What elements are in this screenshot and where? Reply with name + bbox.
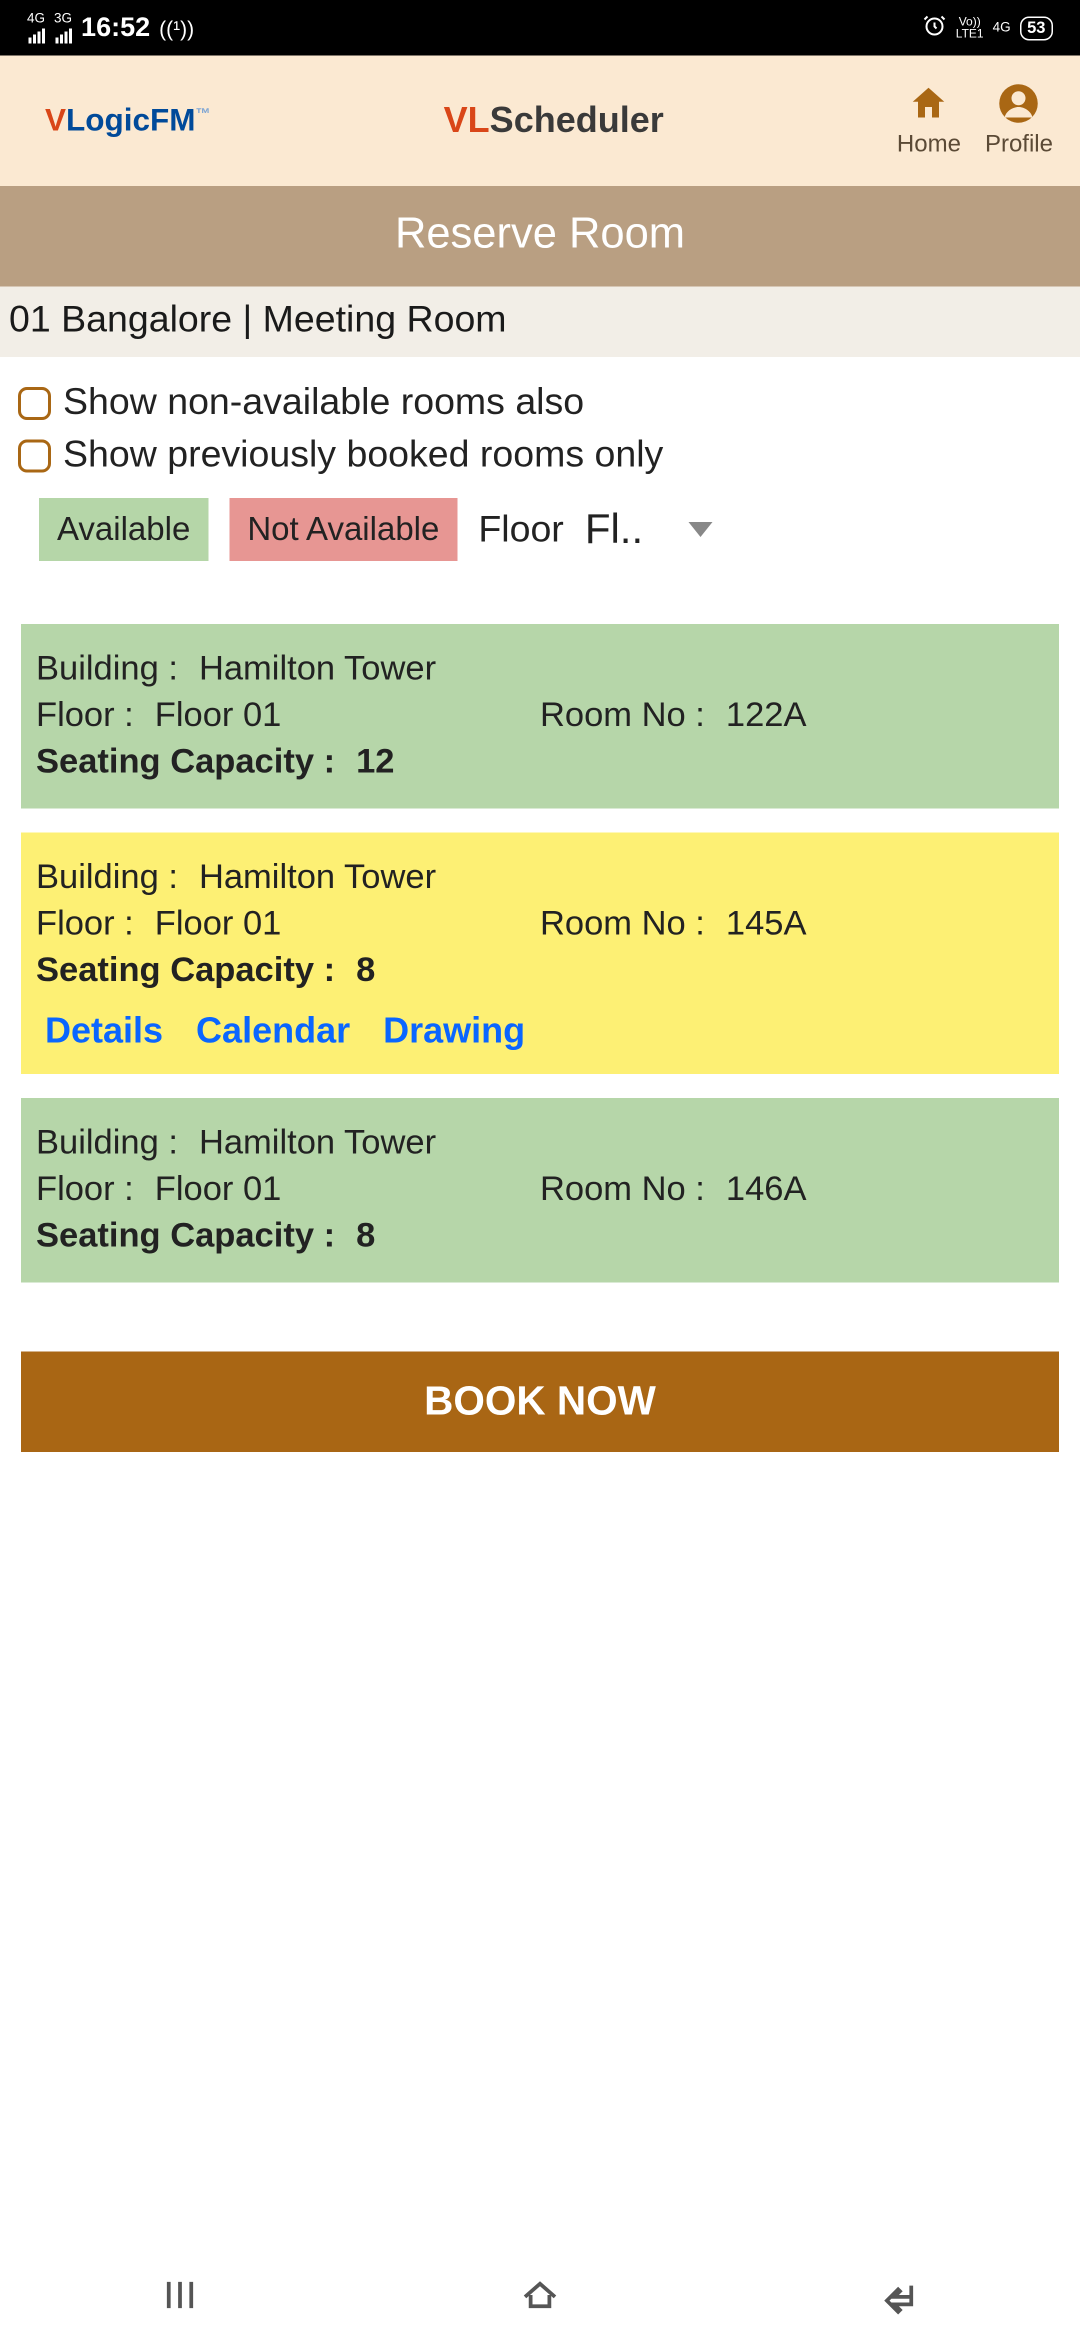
capacity-value: 8	[356, 950, 375, 991]
legend-available: Available	[39, 498, 208, 561]
recent-apps-button[interactable]	[158, 2272, 203, 2325]
room-no-label: Room No :	[540, 1169, 705, 1210]
checkbox-icon	[18, 439, 51, 472]
floor-select[interactable]: Fl..	[585, 506, 712, 554]
nav-profile-label: Profile	[985, 132, 1053, 159]
capacity-label: Seating Capacity :	[36, 950, 335, 991]
floor-label: Floor :	[36, 1169, 134, 1210]
building-label: Building :	[36, 648, 178, 689]
link-calendar[interactable]: Calendar	[196, 1011, 350, 1053]
building-value: Hamilton Tower	[199, 857, 436, 898]
volte-icon: Vo)) LTE1	[956, 16, 984, 40]
nav-profile[interactable]: Profile	[985, 83, 1053, 160]
capacity-value: 12	[356, 741, 394, 782]
floor-value: Floor 01	[155, 903, 282, 944]
nav-home-label: Home	[897, 132, 961, 159]
logo-vlogicfm: VLogicFM™	[45, 103, 211, 139]
network-3-label: 4G	[993, 21, 1011, 35]
building-value: Hamilton Tower	[199, 1122, 436, 1163]
status-bar: 4G 3G 16:52 ((¹)) Vo)) LTE1 4G 53	[0, 0, 1080, 56]
building-label: Building :	[36, 857, 178, 898]
legend-not-available: Not Available	[229, 498, 457, 561]
checkbox-previously-booked[interactable]: Show previously booked rooms only	[18, 434, 1062, 478]
building-label: Building :	[36, 1122, 178, 1163]
capacity-value: 8	[356, 1215, 375, 1256]
profile-icon	[998, 83, 1040, 133]
network-1-label: 4G	[27, 12, 45, 26]
signal-2-icon	[55, 26, 72, 44]
chevron-down-icon	[688, 522, 712, 537]
floor-value: Floor 01	[155, 695, 282, 736]
system-nav-bar	[0, 2256, 1080, 2340]
signal-1-icon	[28, 26, 45, 44]
hotspot-icon: ((¹))	[159, 16, 194, 40]
capacity-label: Seating Capacity :	[36, 1215, 335, 1256]
alarm-icon	[923, 14, 947, 43]
floor-label: Floor :	[36, 695, 134, 736]
page-title: Reserve Room	[0, 186, 1080, 287]
book-now-button[interactable]: BOOK NOW	[21, 1352, 1059, 1453]
room-no-label: Room No :	[540, 695, 705, 736]
breadcrumb: 01 Bangalore | Meeting Room	[0, 287, 1080, 358]
home-icon	[908, 83, 950, 133]
floor-value: Floor 01	[155, 1169, 282, 1210]
room-card[interactable]: Building : Hamilton Tower Floor : Floor 01…	[21, 624, 1059, 809]
home-button[interactable]	[518, 2272, 563, 2325]
floor-label: Floor :	[36, 903, 134, 944]
checkbox-non-available[interactable]: Show non-available rooms also	[18, 381, 1062, 425]
building-value: Hamilton Tower	[199, 648, 436, 689]
room-no-value: 146A	[726, 1169, 807, 1210]
floor-select-value: Fl..	[585, 506, 643, 554]
checkbox-label: Show non-available rooms also	[63, 381, 584, 425]
app-header: VLogicFM™ VLScheduler Home Profile	[0, 56, 1080, 187]
room-card[interactable]: Building : Hamilton Tower Floor : Floor 01…	[21, 833, 1059, 1075]
filters-panel: Show non-available rooms also Show previ…	[0, 357, 1080, 582]
battery-icon: 53	[1020, 16, 1053, 40]
link-details[interactable]: Details	[45, 1011, 163, 1053]
room-card[interactable]: Building : Hamilton Tower Floor : Floor 01…	[21, 1098, 1059, 1283]
clock-time: 16:52	[81, 12, 150, 44]
capacity-label: Seating Capacity :	[36, 741, 335, 782]
link-drawing[interactable]: Drawing	[383, 1011, 525, 1053]
checkbox-icon	[18, 386, 51, 419]
logo-vlscheduler: VLScheduler	[444, 100, 664, 142]
checkbox-label: Show previously booked rooms only	[63, 434, 663, 478]
room-list: Building : Hamilton Tower Floor : Floor 01…	[0, 624, 1080, 1283]
nav-home[interactable]: Home	[897, 83, 961, 160]
back-button[interactable]	[878, 2272, 923, 2325]
floor-label: Floor	[478, 508, 563, 552]
room-no-value: 122A	[726, 695, 807, 736]
network-2-label: 3G	[54, 12, 72, 26]
room-no-value: 145A	[726, 903, 807, 944]
room-no-label: Room No :	[540, 903, 705, 944]
